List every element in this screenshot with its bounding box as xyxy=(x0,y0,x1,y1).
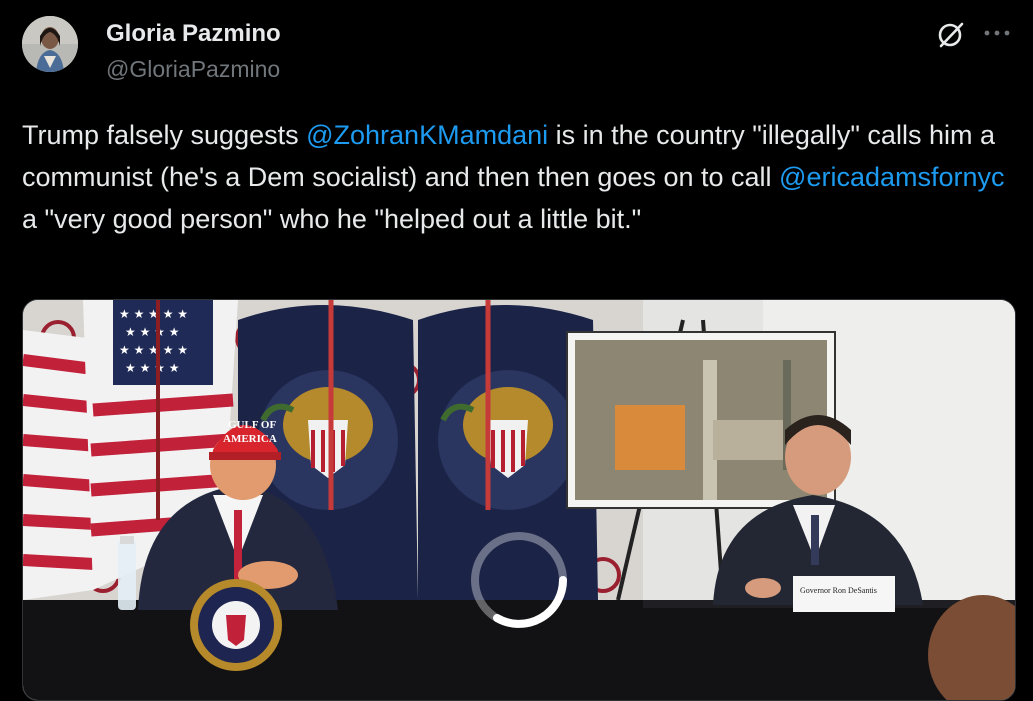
more-icon[interactable] xyxy=(982,18,1012,48)
tweet-text: Trump falsely suggests @ZohranKMamdani i… xyxy=(22,114,1012,240)
tweet-text-part: a "very good person" who he "helped out … xyxy=(22,204,642,234)
hat-text-line1: GULF OF xyxy=(228,419,276,431)
mention-link-ericadams[interactable]: @ericadamsfornyc xyxy=(779,162,1004,192)
svg-text:★ ★ ★ ★: ★ ★ ★ ★ xyxy=(125,325,179,339)
hat-text-line2: AMERICA xyxy=(223,433,277,445)
tweet-media-image[interactable]: ★ ★ ★ ★ ★ ★ ★ ★ ★ ★ ★ ★ ★ ★ ★ ★ ★ ★ GULF… xyxy=(22,299,1016,701)
author-handle[interactable]: @GloriaPazmino xyxy=(106,56,280,83)
nameplate-text: Governor Ron DeSantis xyxy=(800,586,877,595)
author-avatar[interactable] xyxy=(22,16,78,72)
svg-text:★ ★ ★ ★ ★: ★ ★ ★ ★ ★ xyxy=(119,307,188,321)
mention-link-zohran[interactable]: @ZohranKMamdani xyxy=(306,120,548,150)
svg-text:★ ★ ★ ★: ★ ★ ★ ★ xyxy=(125,361,179,375)
author-display-name[interactable]: Gloria Pazmino xyxy=(106,20,281,48)
grok-icon[interactable] xyxy=(936,20,966,50)
tweet-text-part: Trump falsely suggests xyxy=(22,120,307,150)
svg-text:★ ★ ★ ★ ★: ★ ★ ★ ★ ★ xyxy=(119,343,188,357)
